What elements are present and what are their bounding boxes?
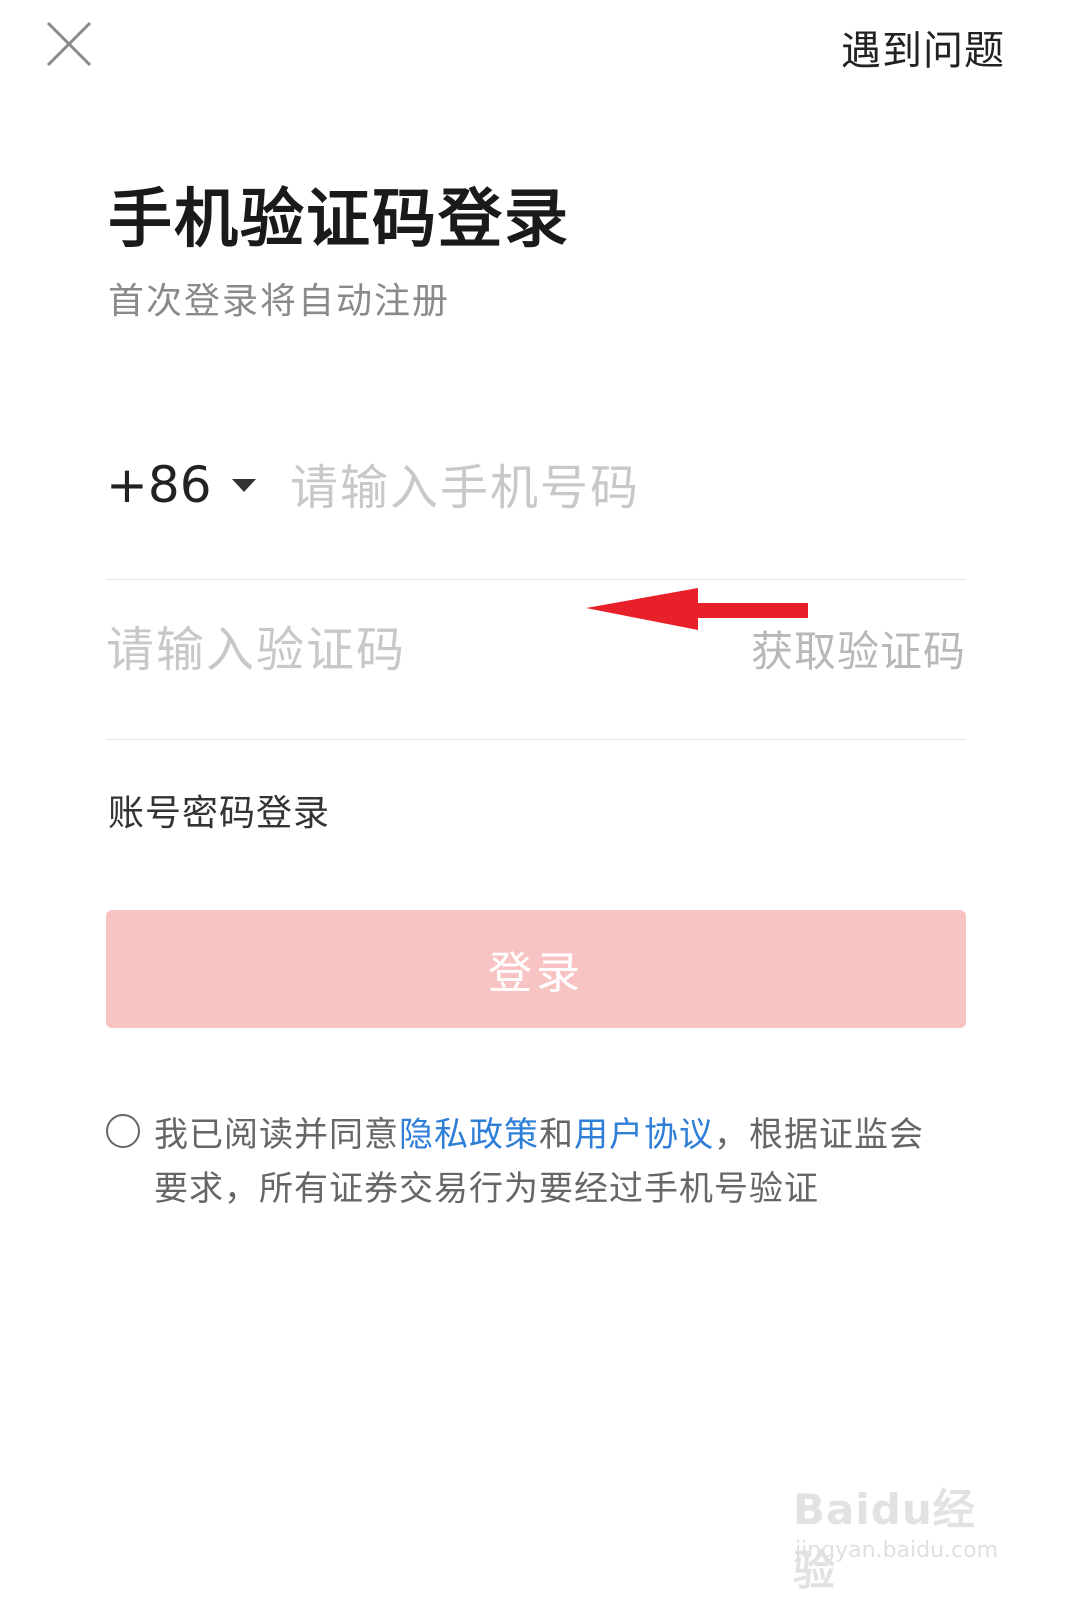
agreement-prefix: 我已阅读并同意 <box>154 1115 399 1155</box>
user-agreement-link[interactable]: 用户协议 <box>574 1115 714 1155</box>
verification-code-input[interactable] <box>106 612 526 688</box>
privacy-policy-link[interactable]: 隐私政策 <box>399 1115 539 1155</box>
close-icon <box>46 21 92 67</box>
agreement-and: 和 <box>539 1115 574 1155</box>
password-login-link[interactable]: 账号密码登录 <box>108 784 330 836</box>
page-title: 手机验证码登录 <box>108 183 570 257</box>
agreement-text: 我已阅读并同意隐私政策和用户协议，根据证监会要求，所有证券交易行为要经过手机号验… <box>154 1108 954 1216</box>
dropdown-caret-icon <box>231 478 256 492</box>
watermark-url: jingyan.baidu.com <box>795 1538 999 1563</box>
page-subtitle: 首次登录将自动注册 <box>108 281 451 322</box>
login-page: 遇到问题 手机验证码登录 首次登录将自动注册 +86 获取验证码 账号密码登录 … <box>0 0 1073 1600</box>
close-button[interactable] <box>38 15 100 77</box>
agreement-radio[interactable] <box>106 1114 140 1148</box>
phone-input[interactable] <box>290 452 930 524</box>
help-link[interactable]: 遇到问题 <box>841 18 1005 76</box>
login-button[interactable]: 登录 <box>106 910 966 1028</box>
get-code-button[interactable]: 获取验证码 <box>751 618 966 679</box>
phone-row: +86 <box>106 440 966 580</box>
country-code-selector[interactable]: +86 <box>106 456 256 514</box>
code-row: 获取验证码 <box>106 580 966 740</box>
baidu-watermark: Baidu经验 jingyan.baidu.com <box>793 1468 998 1595</box>
country-code-text: +86 <box>106 456 212 514</box>
watermark-logo: Baidu经验 <box>793 1485 976 1595</box>
